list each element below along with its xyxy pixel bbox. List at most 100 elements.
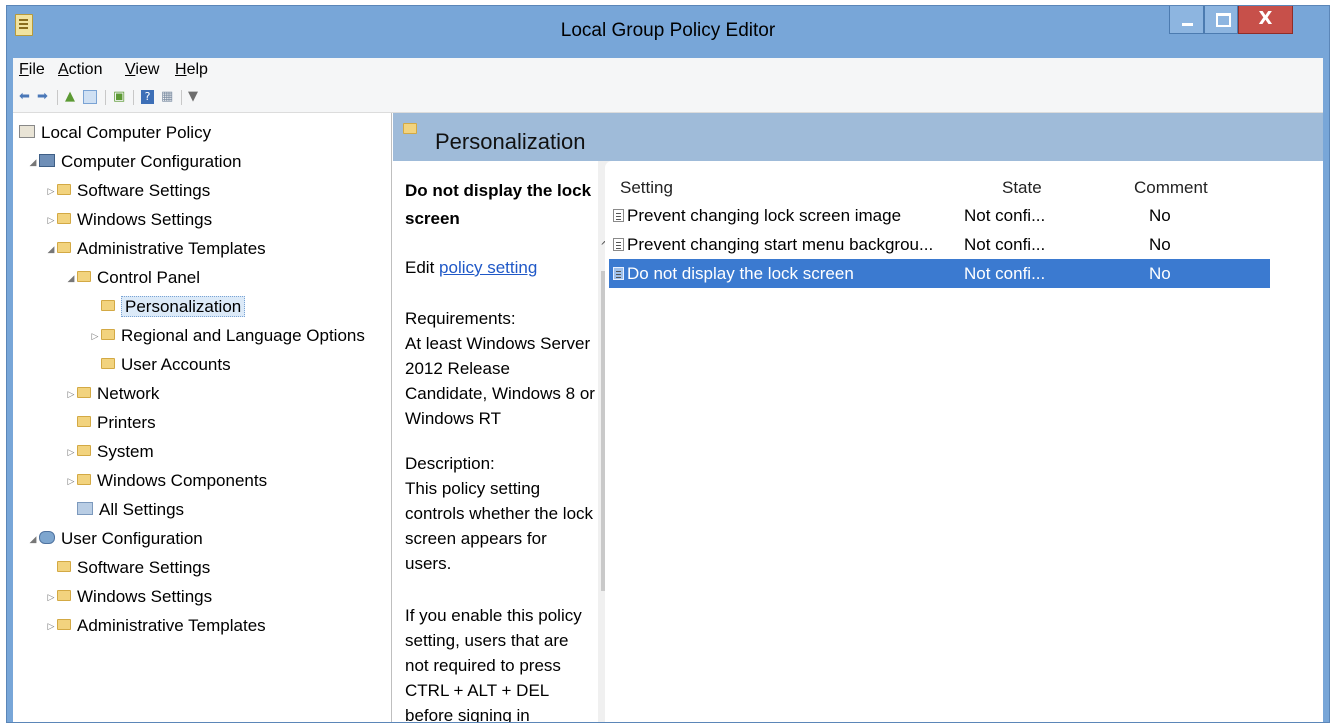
up-folder-icon[interactable]: ▲ [65,90,75,104]
collapse-icon[interactable]: ◢ [65,265,77,291]
description-text: This policy setting controls whether the… [405,479,594,573]
export-list-icon[interactable]: ▣ [113,90,125,104]
pane-header: Personalization [393,113,1323,161]
table-row[interactable]: Prevent changing start menu backgrou... … [609,230,1270,259]
menu-action[interactable]: Action [58,61,102,79]
tree-item-user-configuration[interactable]: ◢ User Configuration [27,526,203,552]
close-icon: X [1258,8,1273,29]
properties-icon[interactable]: ▦ [161,90,173,104]
tree-item-all-settings[interactable]: All Settings [65,497,184,523]
comment-cell: No [1149,264,1171,283]
minimize-icon [1182,23,1193,26]
content-area: Local Computer Policy ◢ Computer Configur… [13,113,1323,723]
folder-icon [101,358,115,370]
close-button[interactable]: X [1238,6,1293,34]
expand-icon[interactable]: ▷ [45,178,57,204]
minimize-button[interactable] [1169,6,1204,34]
comment-cell: No [1149,235,1171,254]
menu-file[interactable]: File [19,61,45,79]
column-header-state[interactable]: State [1002,178,1042,198]
tree-item-software-settings[interactable]: ▷ Software Settings [45,178,211,204]
tree-item-user-software-settings[interactable]: Software Settings [45,555,210,581]
tree-item-windows-settings[interactable]: ▷ Windows Settings [45,207,213,233]
setting-cell: Prevent changing lock screen image [627,206,902,225]
folder-icon [77,271,91,283]
expand-icon[interactable]: ▷ [65,439,77,465]
tree-item-network[interactable]: ▷ Network [65,381,160,407]
table-row[interactable]: Prevent changing lock screen image Not c… [609,201,1270,230]
requirements-label: Requirements: [405,309,516,328]
state-cell: Not confi... [964,235,1046,254]
folder-icon [77,474,91,486]
description-title: Do not display the lock screen [405,181,592,228]
title-bar[interactable]: Local Group Policy Editor [7,6,1329,56]
all-settings-icon [77,502,93,516]
settings-list: Setting State Comment Prevent changing l… [605,161,1323,722]
tree-item-personalization[interactable]: Personalization [89,294,246,320]
state-cell: Not confi... [964,206,1046,225]
description-more-text: If you enable this policy setting, users… [405,606,582,723]
tree-item-regional-language-options[interactable]: ▷ Regional and Language Options [89,323,365,349]
toolbar-separator [105,90,106,105]
tree-item-user-windows-settings[interactable]: ▷ Windows Settings [45,584,213,610]
column-header-setting[interactable]: Setting [620,178,673,198]
comment-cell: No [1149,206,1171,225]
filter-icon[interactable]: ▼ [188,90,198,104]
show-hide-tree-icon[interactable] [83,90,97,104]
column-header-comment[interactable]: Comment [1134,178,1208,198]
forward-icon[interactable]: ➡ [37,90,48,104]
tree-item-user-administrative-templates[interactable]: ▷ Administrative Templates [45,613,266,639]
toolbar-separator [57,90,58,105]
expand-icon[interactable]: ▷ [65,381,77,407]
edit-policy-line: Edit policy setting [405,258,538,277]
collapse-icon[interactable]: ◢ [27,526,39,552]
tree-item-printers[interactable]: Printers [65,410,156,436]
tree-item-system[interactable]: ▷ System [65,439,154,465]
collapse-icon[interactable]: ◢ [45,236,57,262]
policy-setting-icon [613,238,624,251]
requirements-text: At least Windows Server 2012 Release Can… [405,334,595,428]
folder-icon [77,416,91,428]
tree-pane[interactable]: Local Computer Policy ◢ Computer Configur… [13,113,392,722]
folder-icon [77,445,91,457]
table-row-selected[interactable]: Do not display the lock screen Not confi… [609,259,1270,288]
details-pane: Personalization Do not display the lock … [393,113,1323,723]
pane-title: Personalization [435,129,586,154]
tree-item-computer-configuration[interactable]: ◢ Computer Configuration [27,149,242,175]
maximize-icon [1216,13,1231,27]
menu-bar: File Action View Help [13,58,1323,84]
expand-icon[interactable]: ▷ [89,323,101,349]
tree-item-administrative-templates[interactable]: ◢ Administrative Templates [45,236,266,262]
toolbar: ⬅ ➡ ▲ ▣ ? ▦ ▼ [13,84,1323,113]
policy-icon [19,125,35,139]
folder-icon [101,300,115,312]
edit-policy-link[interactable]: policy setting [439,258,537,277]
tree-item-control-panel[interactable]: ◢ Control Panel [65,265,200,291]
collapse-icon[interactable]: ◢ [27,149,39,175]
toolbar-separator [181,90,182,105]
description-label: Description: [405,454,495,473]
expand-icon[interactable]: ▷ [65,468,77,494]
policy-setting-icon [613,209,624,222]
folder-icon [57,184,71,196]
expand-icon[interactable]: ▷ [45,584,57,610]
app-window: Local Group Policy Editor X File Action … [6,5,1330,723]
tree-root[interactable]: Local Computer Policy [19,120,211,146]
expand-icon[interactable]: ▷ [45,613,57,639]
computer-icon [39,154,55,168]
help-icon[interactable]: ? [141,90,154,104]
tree-item-windows-components[interactable]: ▷ Windows Components [65,468,268,494]
maximize-button[interactable] [1204,6,1238,34]
users-icon [39,531,55,545]
folder-icon [57,561,71,573]
toolbar-separator [133,90,134,105]
expand-icon[interactable]: ▷ [45,207,57,233]
folder-icon [101,329,115,341]
back-icon[interactable]: ⬅ [19,90,30,104]
menu-view[interactable]: View [125,61,159,79]
tree-item-user-accounts[interactable]: User Accounts [89,352,231,378]
folder-icon [77,387,91,399]
folder-icon [57,619,71,631]
menu-help[interactable]: Help [175,61,208,79]
policy-setting-icon [613,267,624,280]
